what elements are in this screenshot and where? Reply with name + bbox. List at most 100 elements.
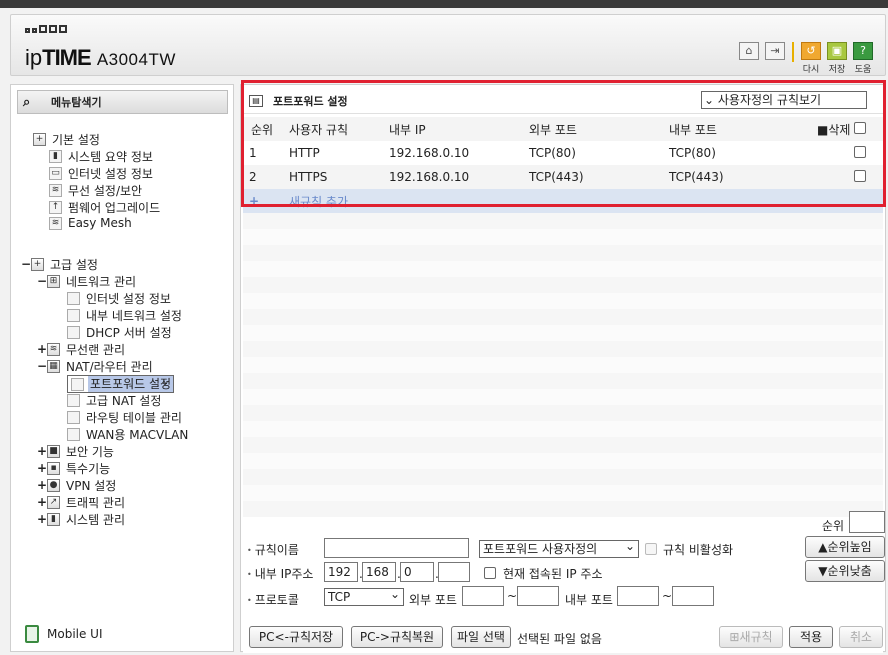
menu-system-management[interactable]: + ▮ 시스템 관리 (37, 511, 127, 527)
menu-network-management[interactable]: − ⊞ 네트워크 관리 (37, 273, 138, 289)
menu-system-summary[interactable]: ▮ 시스템 요약 정보 (49, 148, 155, 164)
ip-octet-1-input[interactable]: 192 (324, 562, 358, 582)
collapse-toggle[interactable]: − (37, 274, 47, 288)
pc-restore-rules-button[interactable]: PC->규칙복원 (351, 626, 443, 648)
empty-row (243, 437, 883, 453)
table-header: 순위 사용자 규칙 내부 IP 외부 포트 내부 포트 ■삭제 (243, 117, 883, 141)
expand-toggle[interactable]: + (37, 495, 47, 509)
page-icon (67, 325, 80, 339)
internal-port-end-input[interactable] (672, 586, 714, 606)
menu-firmware-upgrade[interactable]: ↑ 펌웨어 업그레이드 (49, 199, 162, 215)
pc-save-rules-button[interactable]: PC<-규칙저장 (249, 626, 343, 648)
menu-security[interactable]: + ■ 보안 기능 (37, 443, 116, 459)
window-icon: ▤ (249, 94, 263, 107)
page-icon (67, 393, 80, 407)
empty-row (243, 357, 883, 373)
menu-vpn[interactable]: + ● VPN 설정 (37, 477, 118, 493)
order-down-button[interactable]: ▼순위낮춤 (805, 560, 885, 582)
traffic-icon: ↗ (47, 495, 60, 509)
mobile-ui-link[interactable]: Mobile UI (25, 625, 103, 643)
menu-advanced-settings[interactable]: − + 고급 설정 (21, 256, 100, 272)
menu-special-functions[interactable]: + ▪ 특수기능 (37, 460, 112, 476)
menu-wireless-security[interactable]: ≋ 무선 설정/보안 (49, 182, 144, 198)
row-delete-checkbox[interactable] (854, 169, 866, 185)
table-row[interactable]: 2 HTTPS 192.168.0.10 TCP(443) TCP(443) (243, 165, 883, 189)
order-up-button[interactable]: ▲순위높임 (805, 536, 885, 558)
new-rule-button[interactable]: ⊞새규칙 (719, 626, 783, 648)
menu-nat-router[interactable]: − ▦ NAT/라우터 관리 (37, 358, 155, 374)
ip-octet-3-input[interactable]: 0 (400, 562, 434, 582)
menu-port-forward[interactable]: 포트포워드 설정 (67, 373, 175, 393)
lock-icon: ■ (47, 444, 60, 458)
internal-port-start-input[interactable] (617, 586, 659, 606)
restart-icon: ↺ (801, 42, 821, 60)
model-name: A3004TW (96, 50, 176, 69)
col-internal-port: 내부 포트 (669, 122, 717, 137)
toolbar-divider (792, 42, 794, 62)
add-rule-row[interactable]: + 새규칙 추가 (243, 189, 883, 213)
menu-basic-settings[interactable]: + 기본 설정 (33, 131, 102, 147)
page-icon (67, 410, 80, 424)
order-input[interactable] (849, 511, 885, 533)
menu-internet-settings[interactable]: 인터넷 설정 정보 (67, 290, 173, 306)
rule-view-select[interactable]: ⌄ 사용자정의 규칙보기 (701, 91, 867, 109)
empty-row (243, 389, 883, 405)
home-icon: ⌂ (739, 42, 759, 60)
save-button[interactable]: ▣ 저장 (827, 42, 847, 75)
menu-wan-macvlan[interactable]: WAN용 MACVLAN (67, 426, 190, 442)
logout-button[interactable]: ⇥ (765, 42, 785, 60)
select-all-checkbox[interactable] (854, 121, 866, 137)
menu-dhcp-settings[interactable]: DHCP 서버 설정 (67, 324, 174, 340)
menu-traffic[interactable]: + ↗ 트래픽 관리 (37, 494, 127, 510)
rule-name-label: 규칙이름 (247, 541, 299, 558)
home-button[interactable]: ⌂ (739, 42, 759, 60)
brand-ip: ip (25, 45, 43, 70)
main-panel: ▤ 포트포워드 설정 ⌄ 사용자정의 규칙보기 순위 사용자 규칙 내부 IP … (240, 84, 886, 653)
menu-lan-settings[interactable]: 내부 네트워크 설정 (67, 307, 184, 323)
row-delete-checkbox[interactable] (854, 145, 866, 161)
add-icon: + (249, 194, 260, 208)
page-icon (71, 377, 84, 391)
disable-rule-checkbox[interactable] (645, 543, 657, 555)
expand-toggle[interactable]: + (37, 512, 47, 526)
menu-routing-table[interactable]: 라우팅 테이블 관리 (67, 409, 184, 425)
help-button[interactable]: ? 도움 (853, 42, 873, 75)
expand-toggle[interactable]: + (37, 342, 47, 356)
triangle-up-icon: ▲ (818, 540, 828, 554)
system-icon: ▮ (47, 512, 60, 526)
add-rule-label: 새규칙 추가 (289, 194, 349, 209)
expand-toggle[interactable]: + (37, 461, 47, 475)
menu-easy-mesh[interactable]: ≋ Easy Mesh (49, 215, 134, 231)
rule-view-value: 사용자정의 규칙보기 (717, 93, 822, 107)
logo-mark (25, 25, 67, 33)
file-select-button[interactable]: 파일 선택 (451, 626, 511, 648)
mobile-ui-label: Mobile UI (47, 627, 103, 641)
current-ip-checkbox[interactable] (484, 567, 496, 579)
cancel-button[interactable]: 취소 (839, 626, 883, 648)
protocol-select[interactable]: TCP (324, 586, 404, 606)
wifi-icon: ≋ (47, 342, 60, 356)
external-port-end-input[interactable] (517, 586, 559, 606)
empty-row (243, 469, 883, 485)
rule-type-select[interactable]: 포트포워드 사용자정의 (479, 538, 639, 558)
collapse-toggle[interactable]: − (21, 257, 31, 271)
restart-button[interactable]: ↺ 다시 (801, 42, 821, 75)
ip-octet-2-input[interactable]: 168 (362, 562, 396, 582)
menu-internet-info[interactable]: ▭ 인터넷 설정 정보 (49, 165, 155, 181)
ip-octet-4-input[interactable] (438, 562, 470, 582)
brand-time: TIME (42, 45, 92, 70)
empty-row (243, 293, 883, 309)
menu-advanced-nat[interactable]: 고급 NAT 설정 (67, 392, 163, 408)
brand-logo: ipTIME A3004TW (25, 45, 176, 71)
collapse-toggle[interactable]: − (37, 359, 47, 373)
menu-wireless-management[interactable]: + ≋ 무선랜 관리 (37, 341, 127, 357)
top-bar (0, 0, 888, 8)
rule-edit-form: 규칙이름 포트포워드 사용자정의 규칙 비활성화 내부 IP주소 192 . 1… (243, 511, 885, 653)
apply-button[interactable]: 적용 (789, 626, 833, 648)
rule-name-input[interactable] (324, 538, 469, 558)
expand-toggle[interactable]: + (37, 444, 47, 458)
expand-toggle[interactable]: + (37, 478, 47, 492)
table-row[interactable]: 1 HTTP 192.168.0.10 TCP(80) TCP(80) (243, 141, 883, 165)
external-port-start-input[interactable] (462, 586, 504, 606)
header: ipTIME A3004TW ⌂ ⇥ ↺ 다시 ▣ 저장 ? 도움 (10, 14, 886, 76)
